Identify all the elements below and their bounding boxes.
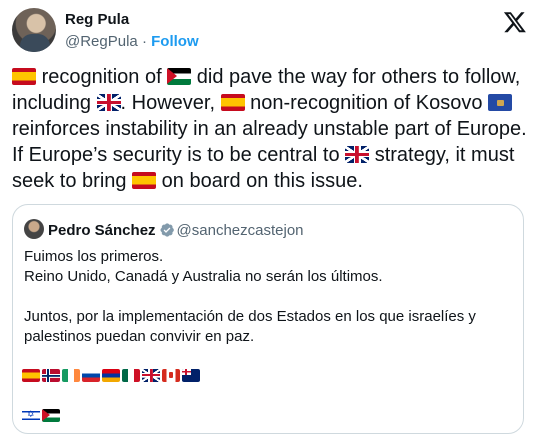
flag-spain-icon <box>132 172 157 189</box>
tweet-text-segment: on board on this issue. <box>161 170 363 192</box>
quoted-flags-row <box>22 367 202 385</box>
quoted-author-name[interactable]: Pedro Sánchez <box>48 222 156 239</box>
flag-ireland-icon <box>62 369 80 382</box>
author-handle-line: @RegPula · Follow <box>65 33 199 50</box>
flag-mexico-icon <box>122 369 140 382</box>
flag-spain-icon <box>12 68 36 85</box>
flag-spain-icon <box>22 369 40 382</box>
author-handle[interactable]: @RegPula <box>65 33 138 50</box>
flag-uk-icon <box>96 94 121 111</box>
flag-armenia-icon <box>102 369 120 382</box>
author-name[interactable]: Reg Pula <box>65 11 129 28</box>
flag-kosovo-icon <box>488 94 513 111</box>
handle-separator: · <box>137 33 152 50</box>
tweet-text-segment: non-recognition of Kosovo <box>250 92 483 114</box>
tweet-text-segment: . However, <box>120 92 215 114</box>
tweet-text-segment: recognition of <box>41 66 162 88</box>
x-logo-icon[interactable] <box>503 10 527 34</box>
tweet-text: recognition of did pave the way for othe… <box>12 64 527 194</box>
quoted-author-handle[interactable]: @sanchezcastejon <box>177 222 304 239</box>
author-avatar[interactable] <box>12 8 56 52</box>
tweet-header: Reg Pula @RegPula · Follow <box>12 8 527 58</box>
flag-uk-icon <box>345 146 370 163</box>
quoted-flags-row <box>22 407 62 425</box>
quoted-tweet-header: Pedro Sánchez @sanchezcastejon <box>24 219 304 239</box>
flag-australia-icon <box>182 369 200 382</box>
quoted-author-avatar[interactable] <box>24 219 44 239</box>
quoted-tweet-text: Fuimos los primeros. Reino Unido, Canadá… <box>24 248 476 345</box>
verified-badge-icon <box>160 223 174 237</box>
flag-spain-icon <box>220 94 245 111</box>
follow-button[interactable]: Follow <box>151 33 199 50</box>
flag-israel-icon <box>22 409 40 422</box>
flag-slovenia-icon <box>82 369 100 382</box>
quoted-tweet[interactable]: Pedro Sánchez @sanchezcastejon Fuimos los… <box>12 204 524 434</box>
flag-canada-icon <box>162 369 180 382</box>
flag-norway-icon <box>42 369 60 382</box>
flag-uk-icon <box>142 369 160 382</box>
flag-palestine-icon <box>42 409 60 422</box>
flag-palestine-icon <box>167 68 192 85</box>
